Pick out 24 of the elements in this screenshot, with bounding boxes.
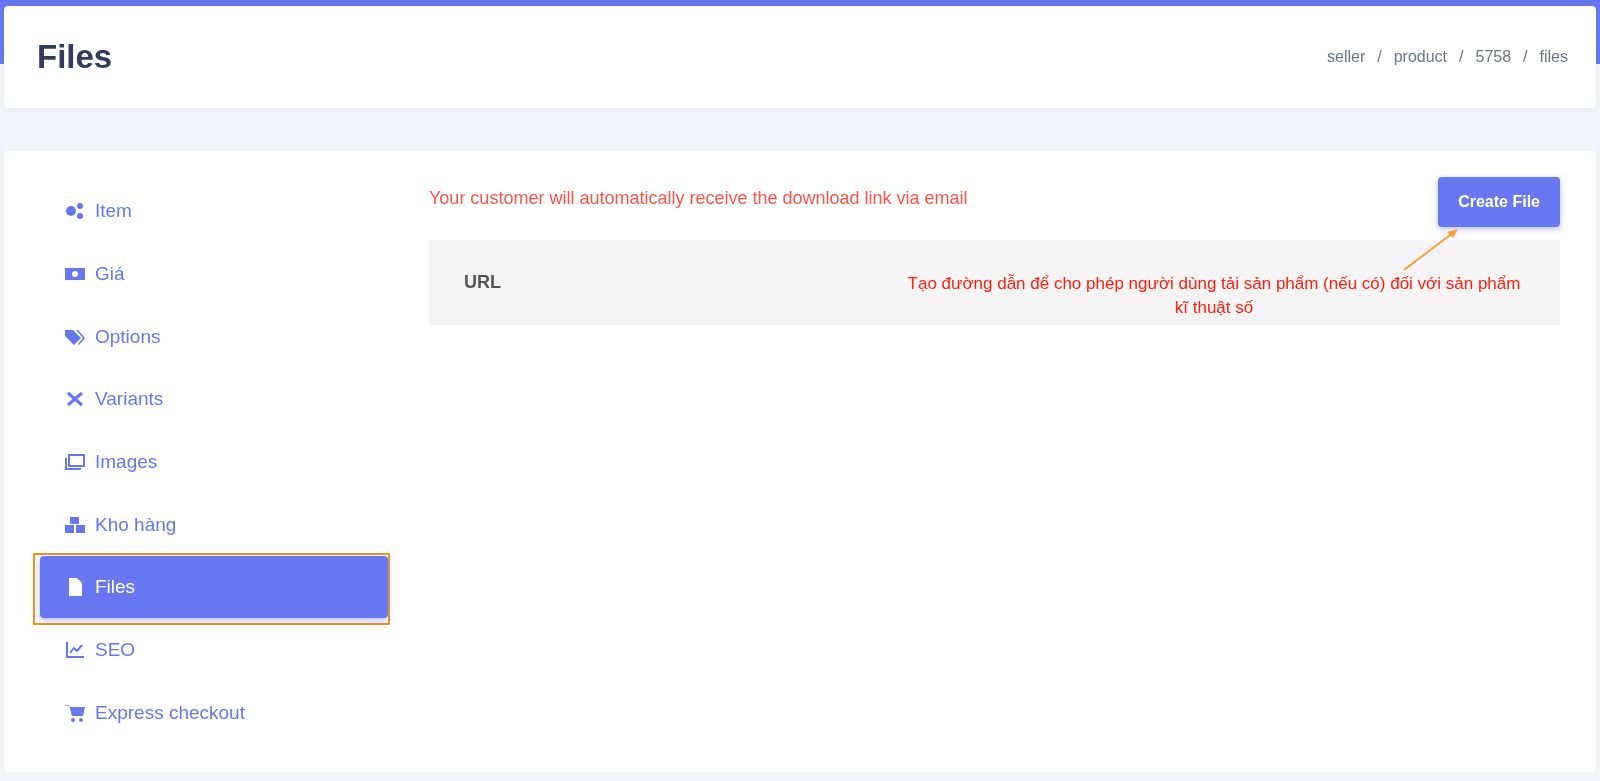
images-icon <box>65 453 85 472</box>
column-header: URL <box>464 272 501 293</box>
sidebar-item[interactable]: Kho hàng <box>40 493 388 556</box>
sidebar-item[interactable]: SEO <box>40 619 388 682</box>
breadcrumb-link[interactable]: seller <box>1327 48 1366 66</box>
sidebar-item[interactable]: Item <box>40 180 388 243</box>
annotation-note: Tạo đường dẫn để cho phép người dùng tải sản phẩm (nếu có) đối với sản phẩm kĩ thuật số <box>906 273 1522 319</box>
breadcrumb-separator: / <box>1377 48 1382 66</box>
sidebar-item[interactable]: Giá <box>40 243 388 306</box>
tags-icon <box>65 327 85 346</box>
chart-line-icon <box>65 641 85 660</box>
breadcrumb-separator: / <box>1459 48 1464 66</box>
breadcrumb-link[interactable]: product <box>1393 48 1448 66</box>
sidebar-item[interactable]: Express checkout <box>40 681 388 744</box>
breadcrumb-separator: / <box>1523 48 1528 66</box>
page-title: Files <box>37 38 113 76</box>
sidebar-item[interactable]: Options <box>40 305 388 368</box>
notice-text: Your customer will automatically receive the download link via email <box>429 188 968 209</box>
sidebar-item[interactable]: Images <box>40 431 388 494</box>
sidebar-item[interactable]: Files <box>40 556 388 619</box>
breadcrumb-link[interactable]: 5758 <box>1475 48 1512 66</box>
breadcrumb-link[interactable]: files <box>1539 48 1568 66</box>
sidebar-item[interactable]: Variants <box>40 368 388 431</box>
create-file-button[interactable]: Create File <box>1438 177 1560 227</box>
